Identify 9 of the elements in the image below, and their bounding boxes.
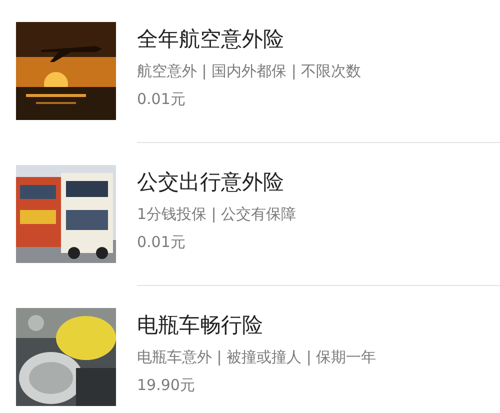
product-subtitle: 1分钱投保 | 公交有保障: [137, 204, 296, 224]
product-price: 0.01元: [137, 232, 186, 252]
product-title: 电瓶车畅行险: [137, 312, 264, 339]
product-price: 0.01元: [137, 89, 186, 109]
product-title: 公交出行意外险: [137, 169, 285, 196]
product-title: 全年航空意外险: [137, 26, 285, 53]
product-price: 19.90元: [137, 375, 196, 395]
product-subtitle: 航空意外 | 国内外都保 | 不限次数: [137, 61, 362, 81]
product-subtitle: 电瓶车意外 | 被撞或撞人 | 保期一年: [137, 347, 376, 367]
